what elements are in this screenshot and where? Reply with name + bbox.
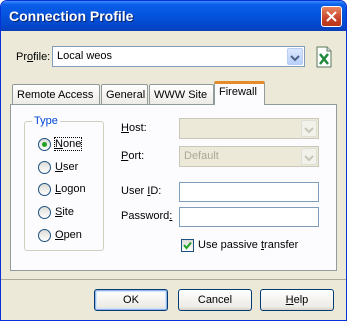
ok-button[interactable]: OK (94, 289, 168, 311)
port-value: Default (184, 150, 219, 162)
host-dropdown-button[interactable] (301, 120, 317, 137)
profile-dropdown[interactable]: Local weos (52, 46, 305, 67)
radio-logon-label[interactable]: Logon (55, 183, 86, 195)
chevron-down-icon (290, 55, 300, 62)
passive-transfer-checkbox[interactable] (181, 239, 194, 252)
divider (1, 279, 346, 280)
user-id-input[interactable] (179, 182, 319, 202)
port-dropdown-button[interactable] (301, 148, 317, 165)
help-button[interactable]: Help (260, 289, 334, 311)
user-id-label: User ID: (121, 185, 162, 197)
radio-open[interactable] (38, 229, 51, 242)
cancel-button[interactable]: Cancel (178, 289, 252, 311)
tab-remote-access[interactable]: Remote Access (12, 84, 100, 105)
chevron-down-icon (304, 127, 314, 134)
profile-value: Local weos (57, 50, 113, 62)
close-icon (326, 11, 337, 22)
tab-firewall[interactable]: Firewall (214, 81, 265, 105)
type-group-title: Type (32, 115, 60, 127)
radio-selected-dot (42, 142, 47, 147)
delete-profile-icon (316, 46, 332, 68)
close-button[interactable] (321, 6, 342, 27)
radio-user[interactable] (38, 161, 51, 174)
port-dropdown[interactable]: Default (179, 146, 319, 167)
passive-transfer-label[interactable]: Use passive transfer (198, 239, 298, 251)
tab-www-site[interactable]: WWW Site (149, 84, 214, 105)
chevron-down-icon (304, 155, 314, 162)
window-title: Connection Profile (9, 8, 134, 24)
checkmark-icon (183, 241, 192, 250)
port-label: Port: (121, 150, 145, 162)
password-input[interactable] (179, 207, 319, 227)
tab-general[interactable]: General (101, 84, 148, 105)
radio-site-label[interactable]: Site (55, 206, 74, 218)
host-dropdown[interactable] (179, 118, 319, 139)
radio-site[interactable] (38, 206, 51, 219)
profile-label: Profile: (16, 51, 51, 63)
radio-open-label[interactable]: Open (55, 229, 82, 241)
host-label: Host: (121, 122, 147, 134)
connection-profile-dialog: Connection Profile Profile: Local weos R… (0, 0, 347, 321)
delete-profile-button[interactable] (314, 46, 334, 68)
radio-user-label[interactable]: User (55, 161, 78, 173)
title-bar[interactable]: Connection Profile (1, 1, 346, 31)
profile-dropdown-button[interactable] (287, 48, 303, 65)
radio-none-label[interactable]: None (53, 137, 83, 151)
radio-none[interactable] (38, 138, 51, 151)
radio-logon[interactable] (38, 183, 51, 196)
password-label: Password: (121, 210, 173, 222)
